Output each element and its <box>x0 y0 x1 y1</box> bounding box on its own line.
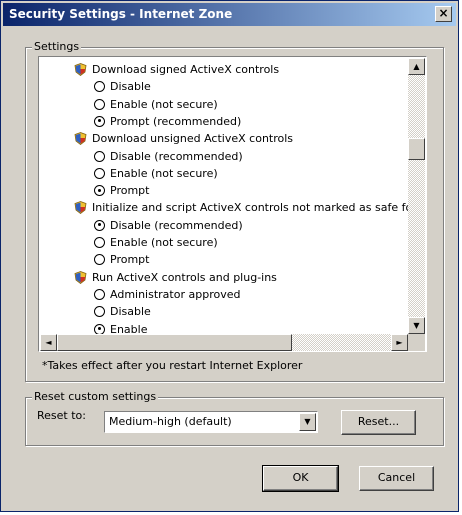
radio-unselected-icon[interactable] <box>94 254 105 266</box>
restart-note: *Takes effect after you restart Internet… <box>42 359 303 372</box>
settings-option[interactable]: Prompt <box>94 182 408 199</box>
settings-group-label: Settings <box>32 40 82 53</box>
settings-option-label: Administrator approved <box>110 287 241 301</box>
settings-option[interactable]: Disable <box>94 303 408 320</box>
settings-category: Download unsigned ActiveX controls <box>74 130 408 147</box>
settings-category-label: Initialize and script ActiveX controls n… <box>92 201 408 215</box>
settings-option[interactable]: Disable <box>94 78 408 95</box>
settings-option-label: Disable <box>110 80 151 94</box>
radio-unselected-icon[interactable] <box>94 98 105 110</box>
reset-to-label: Reset to: <box>37 409 86 422</box>
radio-unselected-icon[interactable] <box>94 167 105 179</box>
settings-category-label: Download signed ActiveX controls <box>92 63 280 76</box>
horizontal-scrollbar[interactable]: ◄ ► <box>40 334 408 351</box>
title-bar[interactable]: Security Settings - Internet Zone × <box>3 3 456 26</box>
settings-category-icon <box>74 132 87 146</box>
settings-option-label: Disable <box>110 305 151 319</box>
settings-option[interactable]: Enable (not secure) <box>94 234 408 251</box>
settings-category: Initialize and script ActiveX controls n… <box>74 199 408 216</box>
reset-level-value: Medium-high (default) <box>109 415 232 428</box>
radio-selected-icon[interactable] <box>94 219 105 231</box>
settings-option[interactable]: Disable (recommended) <box>94 148 408 165</box>
settings-option-label: Prompt (recommended) <box>110 114 242 128</box>
radio-selected-icon[interactable] <box>94 115 105 127</box>
vertical-scroll-thumb[interactable] <box>408 138 425 160</box>
ok-button[interactable]: OK <box>262 465 339 492</box>
settings-option-label: Enable (not secure) <box>110 236 218 249</box>
settings-option-label: Enable (not secure) <box>110 97 218 111</box>
settings-option-label: Prompt <box>110 253 150 267</box>
radio-unselected-icon[interactable] <box>94 81 105 93</box>
scroll-left-button[interactable]: ◄ <box>40 334 57 351</box>
security-settings-dialog: Security Settings - Internet Zone × Sett… <box>0 0 459 512</box>
settings-option[interactable]: Prompt (recommended) <box>94 113 408 130</box>
scrollbar-corner <box>408 334 425 351</box>
settings-category-icon <box>74 201 87 215</box>
settings-category-icon <box>74 270 87 284</box>
scroll-up-button[interactable]: ▲ <box>408 58 425 75</box>
scroll-down-button[interactable]: ▼ <box>408 317 425 334</box>
close-button[interactable]: × <box>435 6 452 22</box>
settings-option[interactable]: Enable <box>94 321 408 335</box>
settings-option-label: Disable (recommended) <box>110 149 243 163</box>
settings-category-icon <box>74 63 87 76</box>
radio-unselected-icon[interactable] <box>94 150 105 162</box>
settings-list-content: Download signed ActiveX controls Disable E… <box>40 58 408 334</box>
settings-option-label: Disable (recommended) <box>110 218 243 232</box>
settings-list: Download signed ActiveX controls Disable E… <box>38 56 427 352</box>
settings-option-label: Prompt <box>110 184 150 198</box>
chevron-down-icon[interactable]: ▼ <box>299 413 316 431</box>
settings-category: Run ActiveX controls and plug-ins <box>74 269 408 286</box>
window-title: Security Settings - Internet Zone <box>9 7 233 21</box>
reset-level-select[interactable]: Medium-high (default) ▼ <box>104 411 318 433</box>
horizontal-scroll-thumb[interactable] <box>57 334 292 351</box>
settings-option[interactable]: Prompt <box>94 251 408 268</box>
radio-unselected-icon[interactable] <box>94 306 105 318</box>
settings-category: Download signed ActiveX controls <box>74 61 408 78</box>
settings-option-label: Enable (not secure) <box>110 166 218 180</box>
settings-option[interactable]: Enable (not secure) <box>94 165 408 182</box>
reset-group-label: Reset custom settings <box>32 390 159 403</box>
settings-option[interactable]: Enable (not secure) <box>94 96 408 113</box>
settings-category-label: Download unsigned ActiveX controls <box>92 132 294 146</box>
scroll-right-button[interactable]: ► <box>391 334 408 351</box>
settings-option[interactable]: Disable (recommended) <box>94 217 408 234</box>
settings-option-label: Enable <box>110 322 148 335</box>
settings-option[interactable]: Administrator approved <box>94 286 408 303</box>
cancel-button[interactable]: Cancel <box>359 466 434 491</box>
settings-category-label: Run ActiveX controls and plug-ins <box>92 270 277 284</box>
radio-selected-icon[interactable] <box>94 185 105 197</box>
radio-unselected-icon[interactable] <box>94 288 105 300</box>
reset-button[interactable]: Reset... <box>341 410 416 435</box>
radio-selected-icon[interactable] <box>94 323 105 334</box>
radio-unselected-icon[interactable] <box>94 237 105 248</box>
vertical-scrollbar[interactable]: ▲ ▼ <box>408 58 425 334</box>
